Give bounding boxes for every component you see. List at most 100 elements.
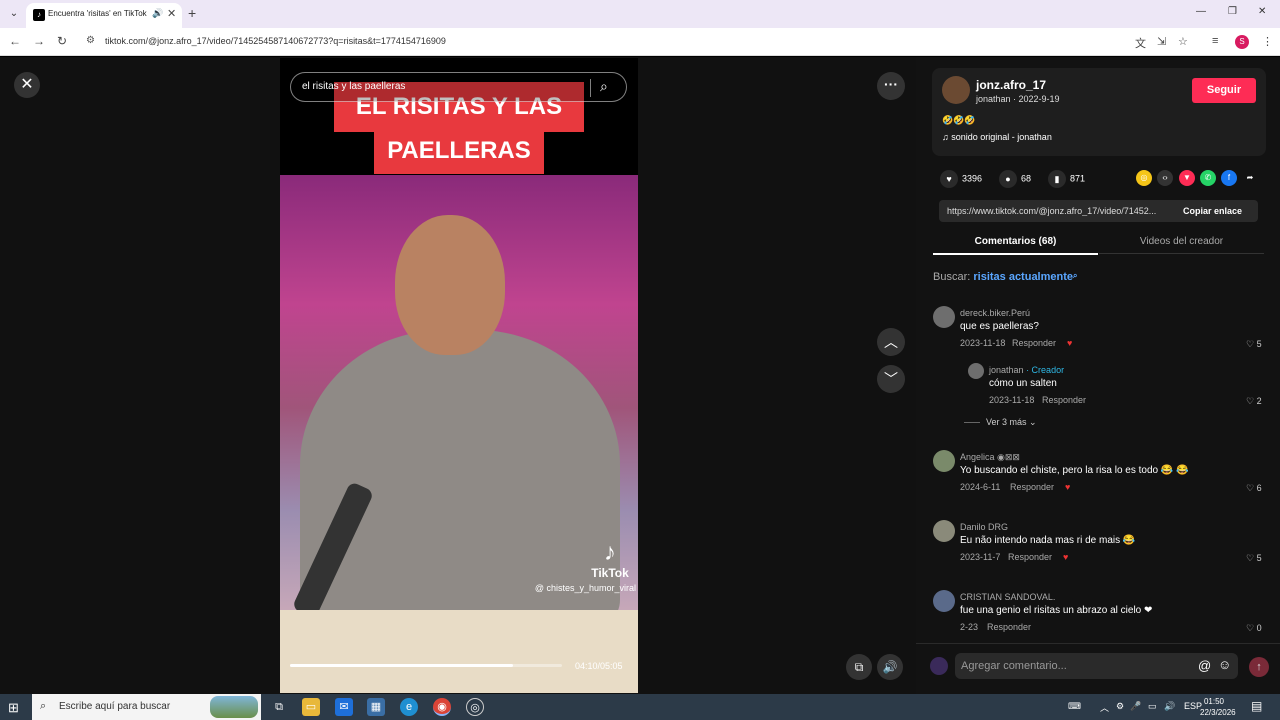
repost-icon[interactable]: ◎ xyxy=(1136,170,1152,186)
url-bar[interactable]: ⚙ tiktok.com/@jonz.afro_17/video/7145254… xyxy=(80,32,1158,52)
whatsapp-icon[interactable]: ✆ xyxy=(1200,170,1216,186)
comment-username[interactable]: dereck.biker.Perú xyxy=(960,308,1030,318)
network-icon[interactable]: ▭ xyxy=(1148,701,1157,712)
volume-icon[interactable]: 🔊 xyxy=(877,654,903,680)
chrome-icon[interactable]: ◉ xyxy=(433,698,451,716)
reaction-icon[interactable]: ♥ xyxy=(1063,552,1068,562)
facebook-icon[interactable]: f xyxy=(1221,170,1237,186)
edge-icon[interactable]: e xyxy=(400,698,418,716)
reaction-icon[interactable]: ♥ xyxy=(1067,338,1072,348)
comment-username[interactable]: Angelica ◉⊠⊠ xyxy=(960,452,1020,463)
reply-avatar[interactable] xyxy=(968,363,984,379)
share-icon[interactable]: ➦ xyxy=(1242,170,1258,186)
search-icon[interactable]: ⌕ xyxy=(1073,271,1077,280)
emoji-icon[interactable]: ☺ xyxy=(1218,657,1231,672)
bookmark-star-icon[interactable]: ☆ xyxy=(1178,35,1188,48)
follow-button[interactable]: Seguir xyxy=(1192,78,1256,103)
notification-icon[interactable]: ▤ xyxy=(1251,699,1262,713)
reply-like[interactable]: ♡ 2 xyxy=(1246,396,1262,407)
restore-icon[interactable]: ❐ xyxy=(1228,6,1237,17)
send-comment-icon[interactable]: ↑ xyxy=(1249,657,1269,677)
save-stat[interactable]: ▮ 871 xyxy=(1048,170,1085,188)
video-search-box[interactable]: el risitas y las paelleras ⌕ xyxy=(290,72,627,102)
send-friends-icon[interactable]: ▼ xyxy=(1179,170,1195,186)
music-link[interactable]: ♫ sonido original - jonathan xyxy=(942,132,1052,142)
close-icon[interactable]: ✕ xyxy=(14,72,40,98)
reaction-icon[interactable]: ♥ xyxy=(1065,482,1070,492)
obs-icon[interactable]: ◎ xyxy=(466,698,484,716)
comment-username[interactable]: Danilo DRG xyxy=(960,522,1008,532)
tray-app-icon[interactable]: ⚙ xyxy=(1116,701,1124,712)
install-icon[interactable]: ⇲ xyxy=(1157,35,1166,48)
tab-close-icon[interactable]: ✕ xyxy=(167,7,176,20)
bookmark-icon[interactable]: ▮ xyxy=(1048,170,1066,188)
tab-comments[interactable]: Comentarios (68) xyxy=(933,236,1098,255)
reading-list-icon[interactable]: ≡ xyxy=(1212,35,1218,47)
video-search-input[interactable]: el risitas y las paelleras xyxy=(302,81,405,92)
floating-player-icon[interactable]: ⧉ xyxy=(846,654,872,680)
reply-button[interactable]: Responder xyxy=(987,622,1031,632)
heart-icon[interactable]: ♥ xyxy=(940,170,958,188)
mail-icon[interactable]: ✉ xyxy=(335,698,353,716)
reply-username[interactable]: jonathan · Creador xyxy=(989,365,1064,375)
keyboard-icon[interactable]: ⌨ xyxy=(1068,701,1081,712)
browser-menu-icon[interactable]: ⋮ xyxy=(1262,35,1273,48)
task-view-icon[interactable]: ⧉ xyxy=(270,698,288,716)
comment-avatar[interactable] xyxy=(933,306,955,328)
creator-avatar[interactable] xyxy=(942,76,970,104)
windows-start-icon[interactable]: ⊞ xyxy=(8,700,19,716)
comment-stat[interactable]: ● 68 xyxy=(999,170,1031,188)
browser-tab[interactable]: ♪ Encuentra 'risitas' en TikTok 🔊 ✕ xyxy=(26,3,182,28)
new-tab-icon[interactable]: + xyxy=(188,5,196,21)
tab-creator-videos[interactable]: Videos del creador xyxy=(1099,236,1264,254)
creator-username[interactable]: jonz.afro_17 xyxy=(976,78,1046,92)
more-options-icon[interactable]: ··· xyxy=(877,72,905,100)
site-info-icon[interactable]: ⚙ xyxy=(86,35,95,46)
comment-avatar[interactable] xyxy=(933,520,955,542)
next-video-icon[interactable]: ﹀ xyxy=(877,365,905,393)
back-icon[interactable]: ← xyxy=(9,34,21,48)
video-time: 04:10/05:05 xyxy=(575,661,623,671)
reply-button[interactable]: Responder xyxy=(1010,482,1054,492)
forward-icon[interactable]: → xyxy=(33,34,45,48)
window-close-icon[interactable]: ✕ xyxy=(1258,6,1266,17)
comment-avatar[interactable] xyxy=(933,590,955,612)
comment-like[interactable]: ♡ 0 xyxy=(1246,623,1262,634)
tab-search-icon[interactable]: ⌄ xyxy=(6,6,22,22)
taskbar-search[interactable]: ⌕ Escribe aquí para buscar xyxy=(32,694,261,720)
like-stat[interactable]: ♥ 3396 xyxy=(940,170,982,188)
comment-like[interactable]: ♡ 5 xyxy=(1246,553,1262,564)
reply-button[interactable]: Responder xyxy=(1012,338,1056,348)
store-icon[interactable]: ▦ xyxy=(367,698,385,716)
copy-link-button[interactable]: Copiar enlace xyxy=(1183,206,1242,216)
taskbar-clock[interactable]: 01:50 22/3/2026 xyxy=(1200,696,1236,718)
translate-icon[interactable]: 文 xyxy=(1135,35,1146,51)
previous-video-icon[interactable]: ︿ xyxy=(877,328,905,356)
share-link-text[interactable]: https://www.tiktok.com/@jonz.afro_17/vid… xyxy=(947,206,1173,216)
search-icon[interactable]: ⌕ xyxy=(600,78,608,95)
tray-mic-icon[interactable]: 🎤 xyxy=(1130,701,1141,712)
reply-button[interactable]: Responder xyxy=(1042,395,1086,405)
video-progress-bar[interactable] xyxy=(290,664,562,667)
volume-tray-icon[interactable]: 🔊 xyxy=(1164,701,1175,712)
comment-avatar[interactable] xyxy=(933,450,955,472)
comment-input[interactable]: Agregar comentario... @ ☺ xyxy=(955,653,1238,679)
comment-icon[interactable]: ● xyxy=(999,170,1017,188)
url-text: tiktok.com/@jonz.afro_17/video/714525458… xyxy=(105,36,446,46)
related-search-link[interactable]: risitas actualmente xyxy=(973,271,1073,283)
view-more-replies[interactable]: Ver 3 más ⌄ xyxy=(964,417,1037,428)
speaker-icon[interactable]: 🔊 xyxy=(152,8,163,19)
comment-username[interactable]: CRISTIAN SANDOVAL. xyxy=(960,592,1055,602)
reply-button[interactable]: Responder xyxy=(1008,552,1052,562)
comment-like[interactable]: ♡ 6 xyxy=(1246,483,1262,494)
profile-avatar[interactable]: S xyxy=(1235,35,1249,49)
reload-icon[interactable]: ↻ xyxy=(57,34,67,48)
tray-chevron-icon[interactable]: ︿ xyxy=(1100,701,1109,714)
minimize-icon[interactable]: — xyxy=(1196,6,1206,17)
comment-date: 2023-11-7 xyxy=(960,552,1001,562)
embed-icon[interactable]: ‹› xyxy=(1157,170,1173,186)
comment-like-count: 0 xyxy=(1256,623,1262,633)
file-explorer-icon[interactable]: ▭ xyxy=(302,698,320,716)
comment-like[interactable]: ♡ 5 xyxy=(1246,339,1262,350)
mention-icon[interactable]: @ xyxy=(1198,658,1211,673)
